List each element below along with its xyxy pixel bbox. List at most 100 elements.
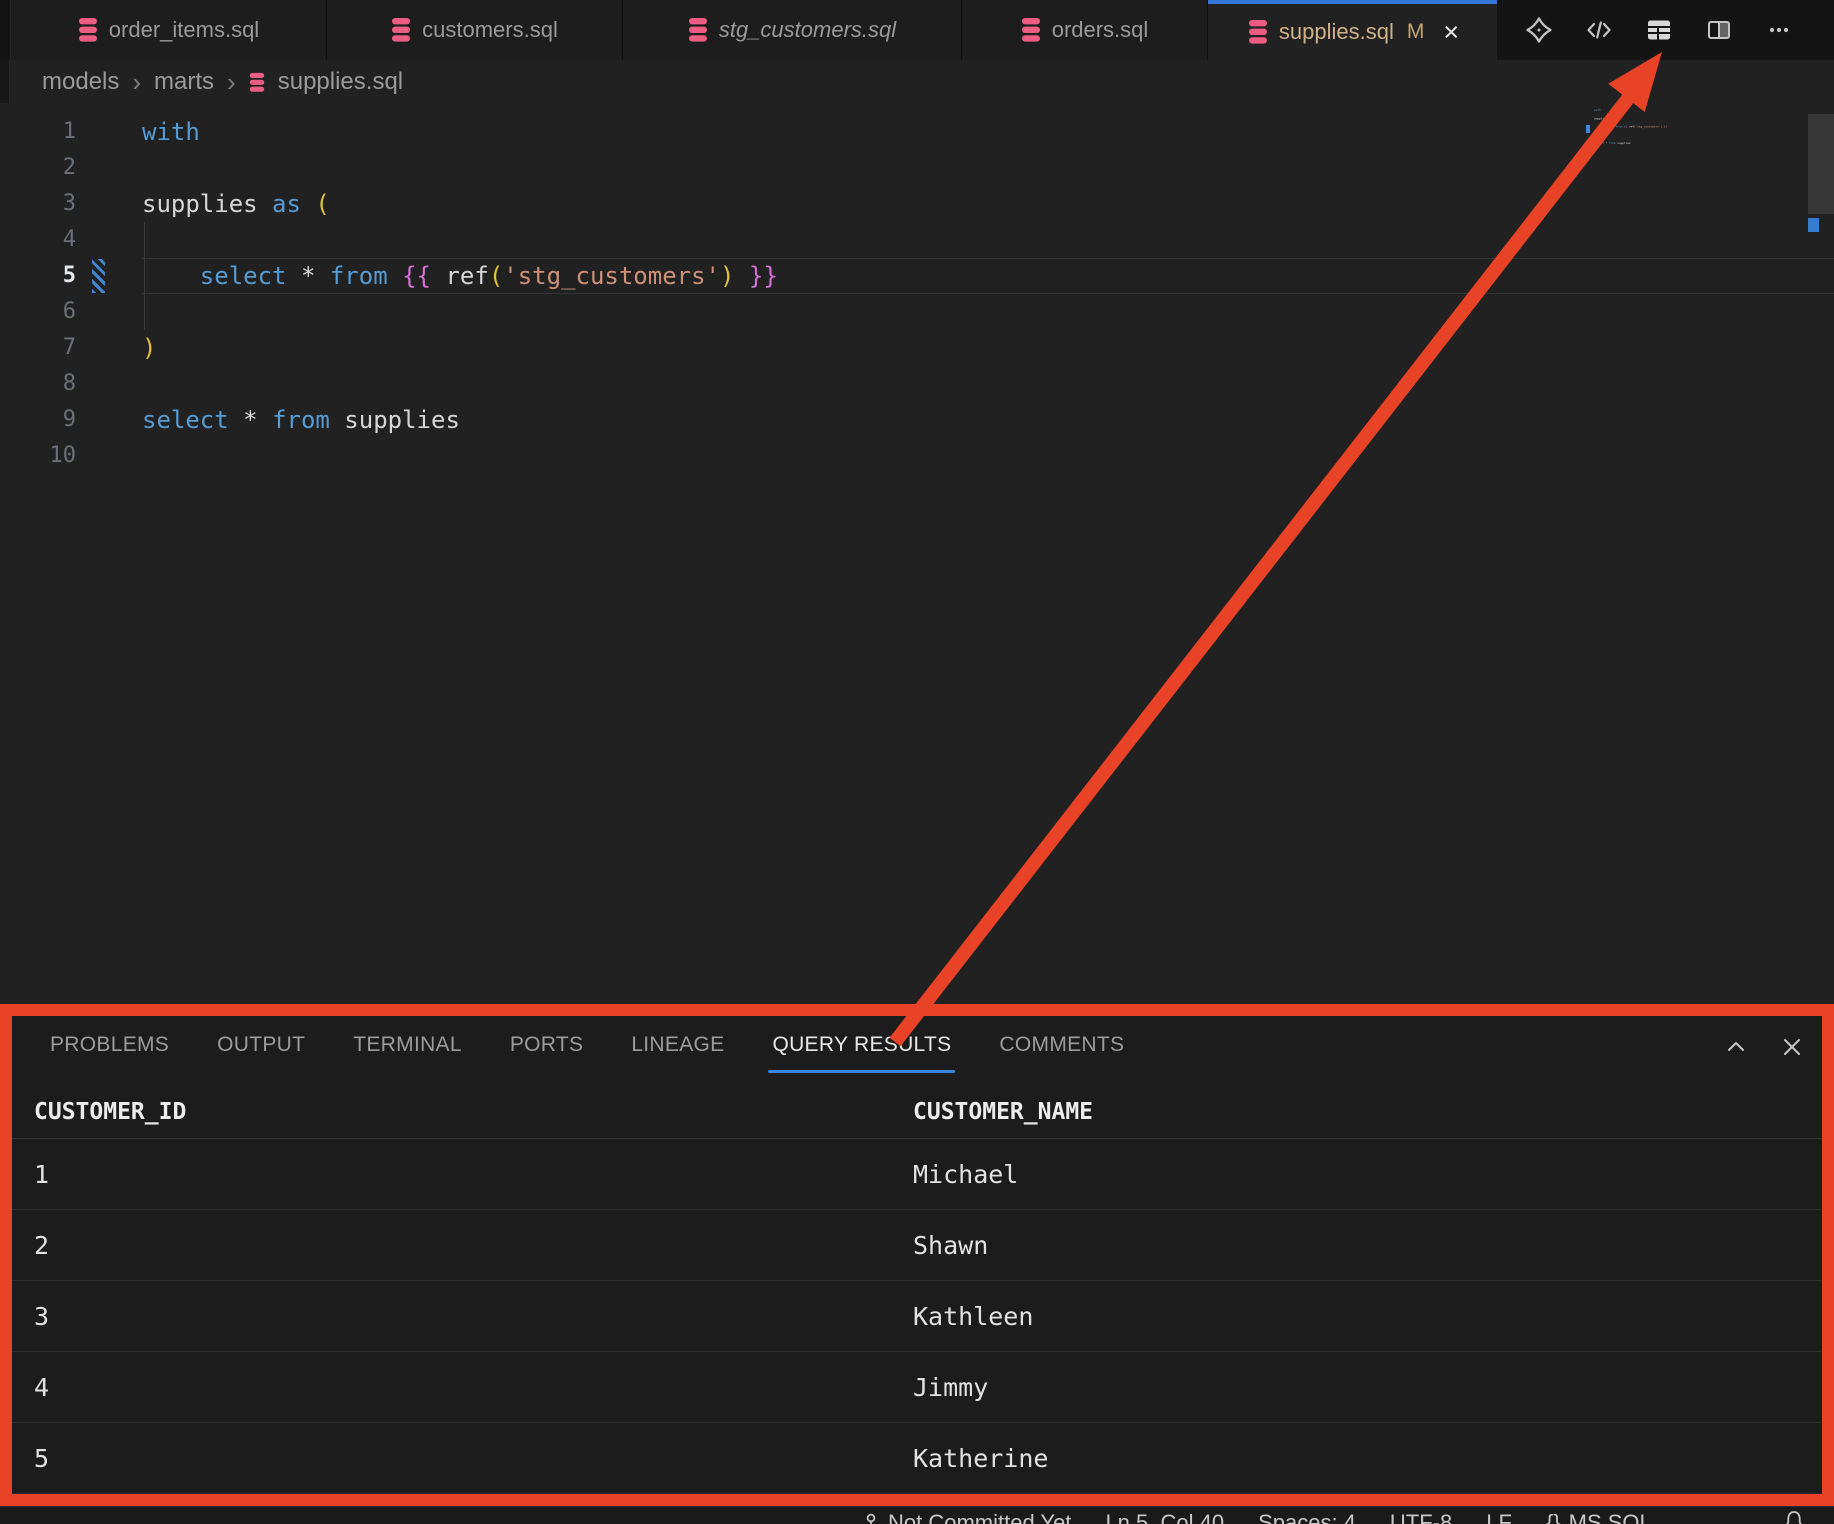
code-line: 10	[0, 438, 1834, 474]
encoding[interactable]: UTF-8	[1390, 1510, 1452, 1524]
cursor-position[interactable]: Ln 5, Col 40	[1105, 1510, 1224, 1524]
minimap[interactable]: withsupplies as ( select * from {{ ref('…	[1594, 108, 1714, 198]
column-header-customer-id[interactable]: CUSTOMER_ID	[0, 1099, 913, 1125]
line-number: 9	[0, 402, 76, 438]
line-number: 5	[0, 258, 76, 294]
gutter-modified-indicator	[92, 259, 105, 293]
overview-ruler-modified-marker	[1808, 218, 1819, 232]
indentation-setting[interactable]: Spaces: 4	[1258, 1510, 1356, 1524]
database-icon	[1248, 19, 1268, 45]
vscode-window: order_items.sql customers.sql stg_custom…	[0, 0, 1834, 1524]
cell-customer-name: Shawn	[913, 1231, 1834, 1260]
line-number: 8	[0, 366, 76, 402]
code-line: 6	[0, 294, 1834, 330]
breadcrumb-item-file[interactable]: supplies.sql	[278, 68, 403, 96]
git-branch-icon	[868, 1515, 875, 1522]
code-line: 1with	[0, 114, 1834, 150]
code-line: 2	[0, 150, 1834, 186]
dbt-power-user-icon[interactable]	[1525, 16, 1553, 44]
code-line-current: 5 select * from {{ ref('stg_customers') …	[0, 258, 1834, 294]
editor-tab-bar: order_items.sql customers.sql stg_custom…	[0, 0, 1834, 60]
indent-guide	[144, 222, 145, 330]
panel-tab-problems[interactable]: PROBLEMS	[50, 1011, 169, 1085]
cell-customer-id: 2	[0, 1231, 913, 1260]
cell-customer-name: Kathleen	[913, 1302, 1834, 1331]
cell-customer-id: 5	[0, 1444, 913, 1473]
cell-customer-name: Katherine	[913, 1444, 1834, 1473]
more-actions-icon[interactable]	[1765, 16, 1793, 44]
cell-customer-id: 3	[0, 1302, 913, 1331]
line-number: 10	[0, 438, 76, 474]
notifications-button[interactable]	[1782, 1509, 1806, 1524]
line-number: 7	[0, 330, 76, 366]
line-number: 2	[0, 150, 76, 186]
breadcrumb-item-models[interactable]: models	[42, 68, 119, 96]
panel-tab-output[interactable]: OUTPUT	[217, 1011, 305, 1085]
tab-label: orders.sql	[1052, 17, 1149, 43]
braces-icon: {}	[1546, 1510, 1561, 1524]
tab-order-items-sql[interactable]: order_items.sql	[11, 0, 327, 60]
panel-tab-comments[interactable]: COMMENTS	[999, 1011, 1124, 1085]
cell-customer-id: 1	[0, 1160, 913, 1189]
bottom-panel: PROBLEMS OUTPUT TERMINAL PORTS LINEAGE Q…	[0, 1010, 1834, 1506]
eol-sequence[interactable]: LF	[1486, 1510, 1512, 1524]
breadcrumb: models › marts › supplies.sql	[0, 61, 1834, 103]
code-line: 3supplies as (	[0, 186, 1834, 222]
chevron-right-icon: ›	[227, 67, 236, 98]
line-number: 3	[0, 186, 76, 222]
line-number: 4	[0, 222, 76, 258]
editor-scrollbar[interactable]	[1808, 114, 1834, 214]
database-icon	[391, 17, 411, 43]
results-header-row: CUSTOMER_ID CUSTOMER_NAME	[0, 1086, 1834, 1139]
code-editor[interactable]: 1with 2 3supplies as ( 4 5 select * from…	[0, 103, 1834, 1004]
panel-tab-lineage[interactable]: LINEAGE	[631, 1011, 724, 1085]
code-line: 4	[0, 222, 1834, 258]
chevron-right-icon: ›	[132, 67, 141, 98]
tab-supplies-sql[interactable]: supplies.sql M ×	[1208, 0, 1500, 60]
panel-actions	[1724, 1035, 1804, 1059]
minimap-modified-marker	[1586, 125, 1590, 133]
language-mode[interactable]: {} MS SQL	[1546, 1510, 1652, 1524]
panel-tab-query-results[interactable]: QUERY RESULTS	[772, 1011, 951, 1085]
line-number: 1	[0, 114, 76, 150]
sidebar-edge	[0, 0, 11, 60]
tab-stg-customers-sql[interactable]: stg_customers.sql	[623, 0, 962, 60]
code-preview-icon[interactable]	[1585, 16, 1613, 44]
tab-label: customers.sql	[422, 17, 558, 43]
table-row: 5 Katherine	[0, 1423, 1834, 1494]
cell-customer-name: Jimmy	[913, 1373, 1834, 1402]
tab-label: stg_customers.sql	[719, 17, 896, 43]
tab-label: order_items.sql	[109, 17, 259, 43]
panel-tab-bar: PROBLEMS OUTPUT TERMINAL PORTS LINEAGE Q…	[0, 1011, 1634, 1085]
code-line: 9select * from supplies	[0, 402, 1834, 438]
table-row: 4 Jimmy	[0, 1352, 1834, 1423]
code-area: 1with 2 3supplies as ( 4 5 select * from…	[0, 114, 1834, 474]
source-control-status[interactable]: Not Committed Yet	[862, 1510, 1071, 1524]
tab-label: supplies.sql	[1279, 19, 1394, 45]
panel-tab-terminal[interactable]: TERMINAL	[353, 1011, 462, 1085]
tab-orders-sql[interactable]: orders.sql	[962, 0, 1208, 60]
maximize-panel-icon[interactable]	[1724, 1035, 1748, 1059]
column-header-customer-name[interactable]: CUSTOMER_NAME	[913, 1099, 1834, 1125]
code-line: 7)	[0, 330, 1834, 366]
database-icon	[1021, 17, 1041, 43]
table-row: 2 Shawn	[0, 1210, 1834, 1281]
panel-tab-ports[interactable]: PORTS	[510, 1011, 583, 1085]
bell-icon	[1786, 1512, 1802, 1524]
breadcrumb-item-marts[interactable]: marts	[154, 68, 214, 96]
close-tab-button[interactable]: ×	[1443, 19, 1459, 46]
query-results-table: CUSTOMER_ID CUSTOMER_NAME 1 Michael 2 Sh…	[0, 1086, 1834, 1494]
line-number: 6	[0, 294, 76, 330]
table-row: 3 Kathleen	[0, 1281, 1834, 1352]
tab-customers-sql[interactable]: customers.sql	[327, 0, 623, 60]
close-panel-icon[interactable]	[1780, 1035, 1804, 1059]
cell-customer-id: 4	[0, 1373, 913, 1402]
query-results-icon[interactable]	[1645, 16, 1673, 44]
cell-customer-name: Michael	[913, 1160, 1834, 1189]
database-icon	[249, 72, 265, 93]
table-row: 1 Michael	[0, 1139, 1834, 1210]
modified-badge: M	[1407, 20, 1425, 44]
database-icon	[688, 17, 708, 43]
editor-actions	[1497, 0, 1834, 60]
split-editor-icon[interactable]	[1705, 16, 1733, 44]
